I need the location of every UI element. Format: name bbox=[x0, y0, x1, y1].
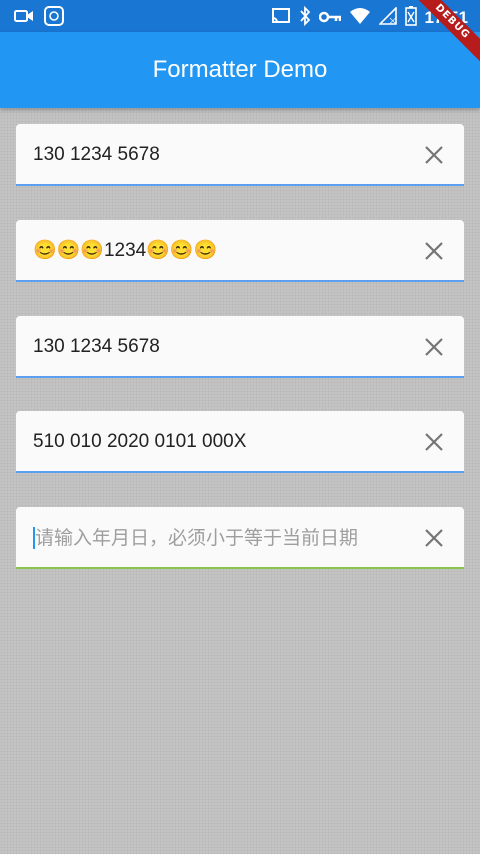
video-camera-icon bbox=[14, 8, 34, 28]
close-icon[interactable] bbox=[420, 428, 448, 456]
field-value[interactable]: 130 1234 5678 bbox=[33, 316, 160, 378]
ifly-icon bbox=[44, 6, 64, 30]
close-icon[interactable] bbox=[420, 333, 448, 361]
app-bar: Formatter Demo bbox=[0, 32, 480, 108]
status-bar: 17:51 bbox=[0, 0, 480, 32]
cast-icon bbox=[271, 7, 291, 29]
field-placeholder: 请输入年月日，必须小于等于当前日期 bbox=[35, 527, 359, 549]
page-title: Formatter Demo bbox=[152, 56, 328, 83]
bluetooth-icon bbox=[299, 5, 311, 30]
phone-input-field[interactable]: 130 1234 5678 bbox=[16, 124, 464, 186]
no-signal-icon bbox=[377, 6, 397, 29]
status-left-icons bbox=[14, 6, 64, 30]
emoji-input-field[interactable]: 😊😊😊1234😊😊😊 bbox=[16, 220, 464, 282]
field-value[interactable]: 130 1234 5678 bbox=[33, 124, 160, 186]
close-icon[interactable] bbox=[420, 237, 448, 265]
phone-input-field-2[interactable]: 130 1234 5678 bbox=[16, 316, 464, 378]
date-input-field[interactable]: 请输入年月日，必须小于等于当前日期 bbox=[16, 507, 464, 569]
id-number-input-field[interactable]: 510 010 2020 0101 000X bbox=[16, 411, 464, 473]
wifi-icon bbox=[349, 7, 371, 29]
vpn-key-icon bbox=[318, 9, 341, 28]
close-icon[interactable] bbox=[420, 141, 448, 169]
close-icon[interactable] bbox=[420, 524, 448, 552]
field-value[interactable]: 510 010 2020 0101 000X bbox=[33, 411, 246, 473]
battery-icon bbox=[404, 6, 417, 30]
field-value[interactable]: 😊😊😊1234😊😊😊 bbox=[33, 220, 217, 282]
